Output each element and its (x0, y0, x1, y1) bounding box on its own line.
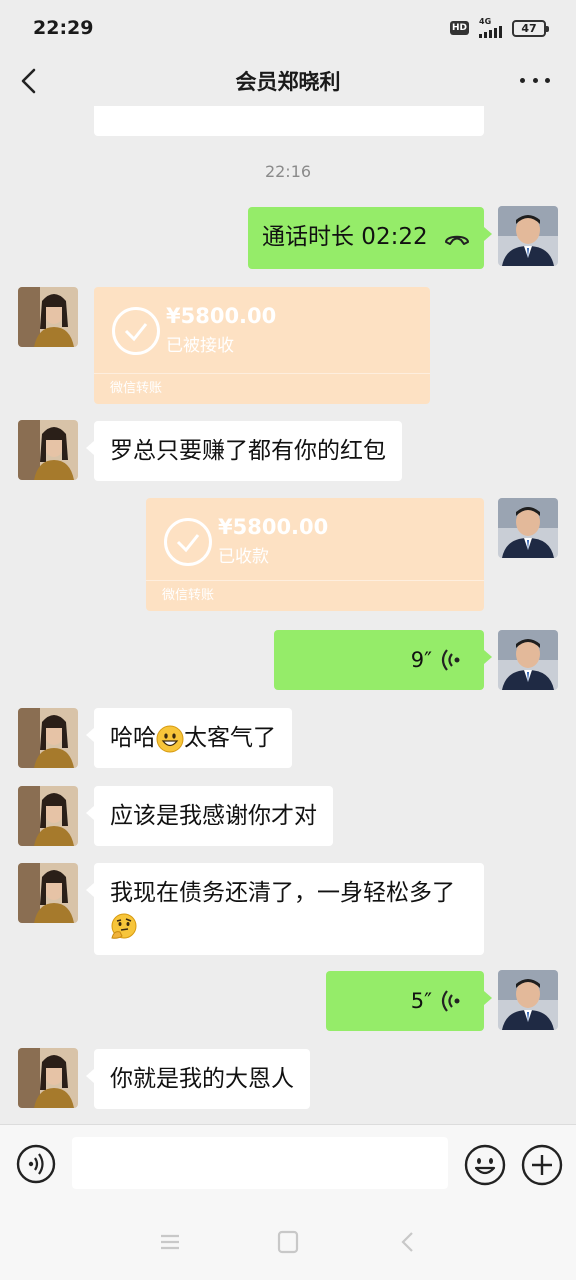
avatar-self[interactable] (498, 498, 558, 558)
more-button[interactable] (520, 68, 550, 92)
avatar-contact-image (18, 1048, 78, 1108)
avatar-self-image (498, 630, 558, 690)
voice-toggle-button[interactable] (16, 1144, 56, 1184)
avatar-contact-image (18, 287, 78, 347)
menu-icon (161, 1234, 179, 1250)
avatar-self[interactable] (498, 630, 558, 690)
status-time: 22:29 (33, 17, 94, 39)
home-nav-button[interactable] (274, 1228, 302, 1256)
chevron-left-icon (21, 68, 36, 94)
signal-icon: 4G (479, 18, 502, 38)
avatar-contact-image (18, 786, 78, 846)
avatar-contact[interactable] (18, 786, 78, 846)
call-record-bubble[interactable]: 通话时长 02:22 (248, 207, 492, 269)
avatar-self[interactable] (498, 206, 558, 266)
timestamp: 22:16 (264, 162, 312, 181)
avatar-self-image (498, 206, 558, 266)
voice-wave-icon (441, 649, 460, 671)
message-bubble[interactable]: 应该是我感谢你才对 (86, 786, 333, 846)
message-text: 应该是我感谢你才对 (110, 803, 317, 829)
back-nav-button[interactable] (394, 1228, 422, 1256)
divider (94, 373, 430, 374)
avatar-contact-image (18, 863, 78, 923)
transfer-amount: ¥5800.00 (166, 304, 277, 328)
avatar-self[interactable] (498, 970, 558, 1030)
transfer-amount: ¥5800.00 (218, 515, 329, 539)
transfer-card[interactable]: ¥5800.00 已被接收 微信转账 (94, 287, 430, 404)
transfer-footer: 微信转账 (162, 588, 215, 603)
message-text: 哈哈 (110, 725, 156, 751)
emoji-button[interactable] (464, 1144, 506, 1186)
voice-duration: 5″ (410, 989, 432, 1013)
check-circle-icon (112, 307, 160, 355)
transfer-footer: 微信转账 (110, 381, 163, 396)
battery-level: 47 (521, 21, 537, 35)
voice-wave-icon (441, 990, 460, 1012)
avatar-contact-image (18, 420, 78, 480)
chat-header: 会员郑晓利 (0, 56, 576, 106)
network-type: 4G (479, 17, 492, 26)
message-text: 我现在债务还清了，一身轻松多了 (110, 880, 455, 906)
grinning-emoji-icon (156, 725, 184, 752)
message-input[interactable] (72, 1137, 448, 1189)
message-bubble[interactable]: 哈哈 太客气了 (86, 708, 292, 768)
home-square-icon (277, 1230, 299, 1254)
thinking-emoji-icon (111, 913, 137, 939)
menu-nav-button[interactable] (156, 1228, 184, 1256)
phone-hangup-icon (445, 235, 469, 245)
avatar-contact[interactable] (18, 1048, 78, 1108)
status-icons: HD 4G 47 (449, 18, 549, 38)
voice-duration: 9″ (410, 648, 432, 672)
avatar-contact[interactable] (18, 420, 78, 480)
message-bubble[interactable]: 罗总只要赚了都有你的红包 (86, 421, 402, 481)
message-bubble[interactable]: 我现在债务还清了，一身轻松多了 (86, 863, 484, 955)
avatar-self-image (498, 498, 558, 558)
call-duration-text: 通话时长 02:22 (262, 224, 428, 250)
chat-messages[interactable]: 22:16 通话时长 02:22 ¥5800.00 已被接收 微信转账 罗总只要… (0, 106, 576, 1124)
avatar-contact-image (18, 708, 78, 768)
avatar-contact[interactable] (18, 863, 78, 923)
avatar-self-image (498, 970, 558, 1030)
battery-icon: 47 (512, 19, 549, 37)
chat-title: 会员郑晓利 (235, 70, 341, 94)
more-dots-icon (520, 77, 525, 83)
message-bubble[interactable]: 你就是我的大恩人 (86, 1049, 310, 1109)
back-button[interactable] (18, 66, 42, 96)
avatar-contact[interactable] (18, 708, 78, 768)
emoji-icon (464, 1144, 506, 1186)
message-text: 你就是我的大恩人 (110, 1066, 294, 1092)
hd-badge: HD (449, 21, 469, 35)
message-bubble-partial (94, 106, 484, 136)
plus-button[interactable] (521, 1144, 563, 1186)
voice-message[interactable]: 9″ (274, 630, 492, 690)
avatar-contact[interactable] (18, 287, 78, 347)
transfer-status: 已被接收 (166, 336, 234, 356)
transfer-status: 已收款 (218, 547, 269, 567)
voice-message[interactable]: 5″ (326, 971, 492, 1031)
check-circle-icon (164, 518, 212, 566)
message-text: 罗总只要赚了都有你的红包 (110, 438, 386, 464)
status-bar: 22:29 HD 4G 47 (0, 0, 576, 56)
back-arrow-icon (401, 1232, 413, 1252)
divider (146, 580, 484, 581)
message-text: 太客气了 (184, 725, 276, 751)
voice-input-icon (16, 1144, 56, 1184)
system-navigation-bar (0, 1204, 576, 1280)
input-bar (0, 1124, 576, 1204)
transfer-card[interactable]: ¥5800.00 已收款 微信转账 (146, 498, 484, 611)
plus-icon (521, 1144, 563, 1186)
